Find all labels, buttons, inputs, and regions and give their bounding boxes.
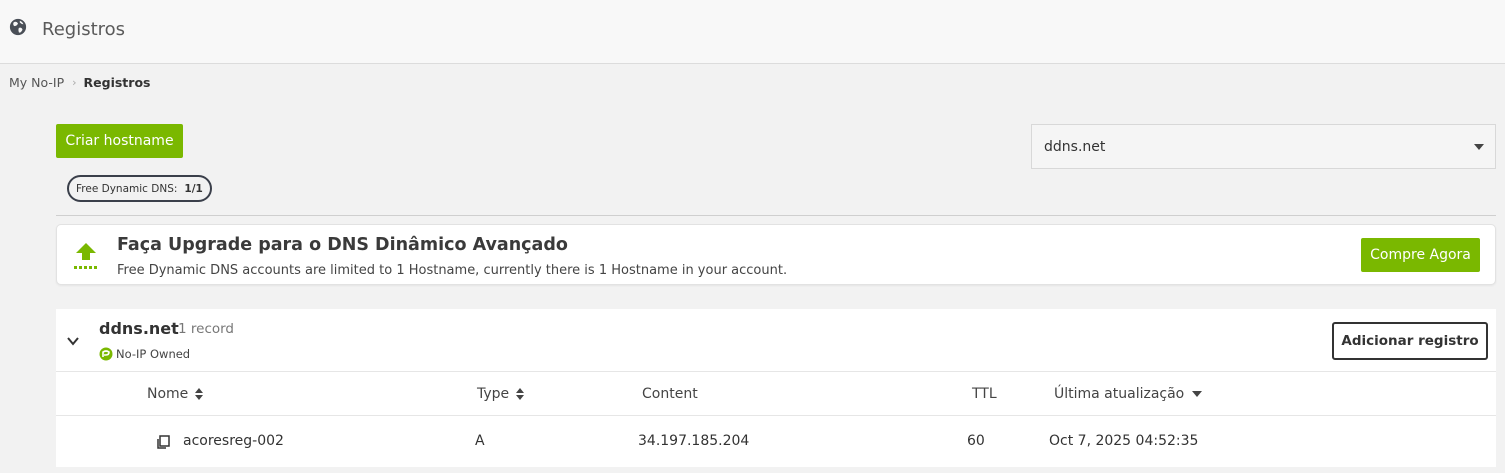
top-bar: Registros — [0, 0, 1505, 64]
breadcrumb-separator-icon: › — [72, 76, 77, 89]
caret-down-icon — [1474, 144, 1484, 150]
page-title: Registros — [42, 19, 126, 40]
upgrade-text: Free Dynamic DNS accounts are limited to… — [117, 263, 788, 278]
sort-desc-icon — [1192, 391, 1203, 397]
column-header-ttl: TTL — [972, 386, 997, 402]
chevron-down-icon[interactable] — [66, 335, 80, 347]
record-count: 1 record — [178, 321, 235, 337]
cell-type: A — [475, 433, 485, 449]
domain-header: ddns.net 1 record No-IP Owned Adicionar … — [56, 309, 1496, 372]
column-header-type[interactable]: Type — [477, 386, 525, 402]
breadcrumb-current: Registros — [83, 75, 151, 90]
copy-icon[interactable] — [156, 435, 170, 449]
column-label: Type — [477, 386, 510, 402]
column-header-updated[interactable]: Última atualização — [1054, 386, 1203, 402]
quota-value: 1/1 — [184, 182, 203, 195]
quota-badge: Free Dynamic DNS: 1/1 — [67, 175, 212, 202]
cell-content: 34.197.185.204 — [638, 433, 750, 449]
sort-icon — [195, 388, 204, 400]
column-header-content: Content — [642, 386, 698, 402]
domain-name: ddns.net — [99, 319, 179, 338]
cell-updated: Oct 7, 2025 04:52:35 — [1049, 433, 1199, 449]
cell-hostname[interactable]: acoresreg-002 — [183, 433, 284, 449]
breadcrumb-root-link[interactable]: My No-IP — [9, 75, 64, 90]
table-row: acoresreg-002 A 34.197.185.204 60 Oct 7,… — [56, 417, 1496, 467]
noip-logo-icon — [99, 347, 113, 361]
upgrade-arrow-icon — [74, 243, 97, 269]
column-header-name[interactable]: Nome — [147, 386, 204, 402]
cell-ttl: 60 — [967, 433, 985, 449]
column-label: Nome — [147, 386, 189, 402]
domain-card: ddns.net 1 record No-IP Owned Adicionar … — [56, 309, 1496, 467]
ownership-label: No-IP Owned — [99, 347, 190, 361]
column-label: Content — [642, 386, 698, 402]
globe-icon — [9, 18, 27, 36]
sort-icon — [516, 388, 525, 400]
create-hostname-button[interactable]: Criar hostname — [56, 124, 183, 158]
domain-select[interactable]: ddns.net — [1031, 124, 1496, 169]
upgrade-title: Faça Upgrade para o DNS Dinâmico Avançad… — [117, 235, 568, 255]
quota-label: Free Dynamic DNS: — [76, 182, 178, 195]
column-label: Última atualização — [1054, 386, 1185, 402]
column-label: TTL — [972, 386, 997, 402]
add-record-button[interactable]: Adicionar registro — [1332, 322, 1488, 360]
ownership-text: No-IP Owned — [116, 347, 191, 361]
buy-now-button[interactable]: Compre Agora — [1361, 238, 1480, 272]
domain-select-value: ddns.net — [1044, 138, 1106, 155]
breadcrumb: My No-IP › Registros — [9, 75, 150, 90]
table-header: Nome Type Content TTL Última atualização — [56, 373, 1496, 416]
upgrade-banner: Faça Upgrade para o DNS Dinâmico Avançad… — [56, 224, 1496, 285]
divider — [56, 215, 1496, 216]
